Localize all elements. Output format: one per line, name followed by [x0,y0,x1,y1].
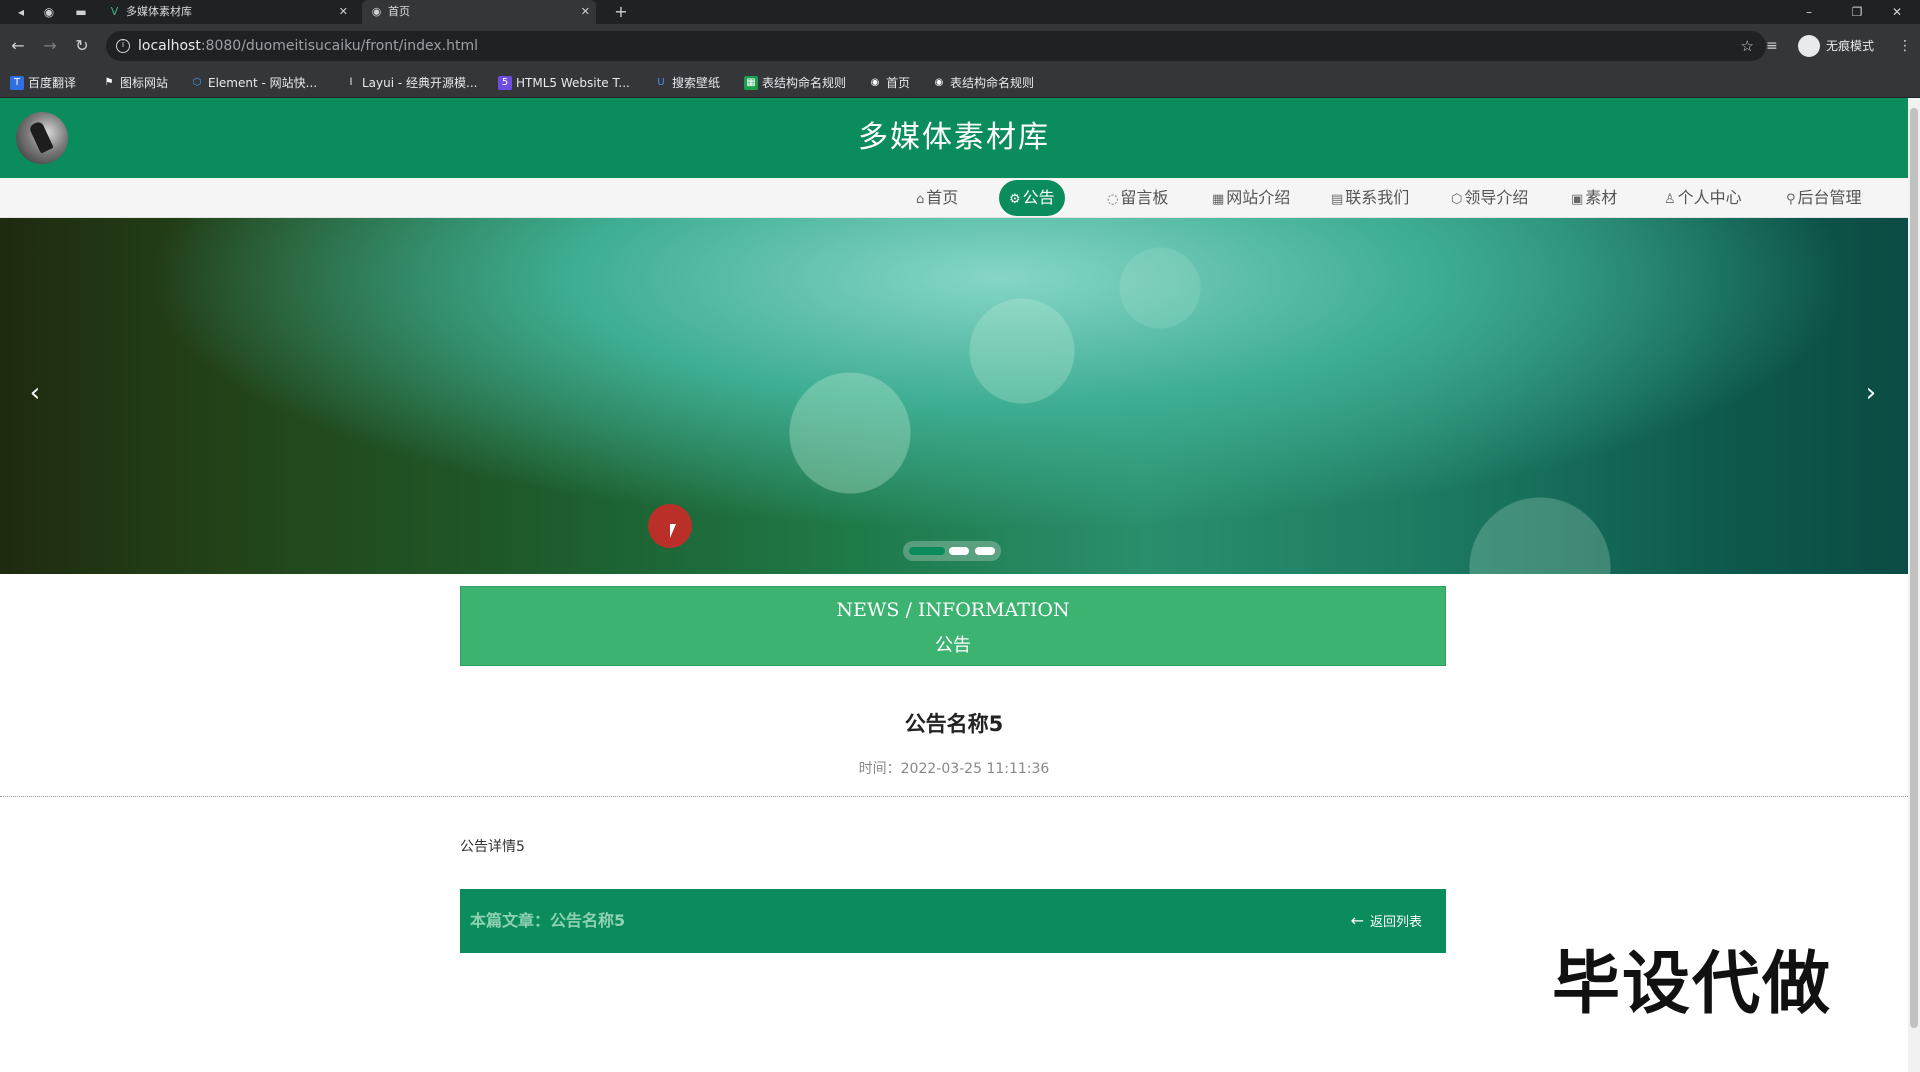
sheet-icon: ▦ [744,76,758,90]
grid-icon: ▦ [1212,192,1225,207]
reading-list-icon[interactable]: ≡ [1766,34,1778,58]
carousel-dot-3[interactable] [975,547,995,555]
bookmarks-bar: T 百度翻译 ⚑ 图标网站 ⬡ Element - 网站快... l Layui - 经… [0,68,1920,98]
globe-icon[interactable]: ◉ [40,3,58,21]
nav-item-user-center[interactable]: ♙ 个人中心 [1654,180,1752,216]
bookmark-item[interactable]: ◉ 表结构命名规则 [930,68,1034,98]
translate-icon: T [10,76,24,90]
current-article-label: 本篇文章：公告名称5 [470,911,626,930]
nav-item-contact[interactable]: ▤ 联系我们 [1321,180,1419,216]
minimize-button[interactable]: – [1786,0,1832,24]
url-text[interactable]: localhost:8080/duomeitisucaiku/front/ind… [138,31,478,61]
nav-item-site-intro[interactable]: ▦ 网站介绍 [1202,180,1300,216]
info-icon[interactable]: i [116,39,130,53]
article-title: 公告名称5 [904,712,1004,736]
message-icon: ◌ [1107,192,1119,207]
bookmark-item[interactable]: ⚑ 图标网站 [100,68,169,98]
nav-item-message-board[interactable]: ◌ 留言板 [1097,180,1178,216]
menu-icon[interactable]: ⋮ [1898,34,1912,58]
globe-icon: ◉ [371,5,382,18]
arrow-left-icon: ← [1350,911,1364,930]
carousel-next-button[interactable]: › [1856,378,1886,408]
close-icon[interactable]: ✕ [581,0,590,24]
carousel-dot-2[interactable] [949,547,969,555]
browser-tab-1[interactable]: V 多媒体素材库 ✕ [100,0,354,24]
bookmark-item[interactable]: ◉ 首页 [866,68,910,98]
vue-icon: V [110,5,119,18]
article-time: 时间：2022-03-25 11:11:36 [858,761,1050,777]
back-to-list-button[interactable]: ← 返回列表 [1351,889,1422,955]
home-icon: ⌂ [916,192,925,207]
back-icon[interactable]: ← [6,34,30,58]
scrollbar-thumb[interactable] [1910,108,1918,1028]
nav-item-home[interactable]: ⌂ 首页 [906,180,968,216]
bookmark-item[interactable]: ▦ 表结构命名规则 [742,68,846,98]
element-icon: ⬡ [192,77,202,88]
browser-tabstrip: ◂ ◉ ▬ V 多媒体素材库 ✕ ◉ 首页 ✕ + – ❐ ✕ [0,0,1920,24]
divider [0,796,1908,797]
carousel-dot-1[interactable] [909,547,945,555]
globe-icon: ◉ [870,77,880,88]
nav-item-materials[interactable]: ▣ 素材 [1561,180,1627,216]
tab-title: 多媒体素材库 [126,5,192,18]
leader-icon: ⬡ [1451,192,1463,207]
browser-toolbar: ← → ↻ i localhost:8080/duomeitisucaiku/f… [0,24,1920,68]
profile-label[interactable]: 无痕模式 [1826,34,1874,58]
forward-icon[interactable]: → [38,34,62,58]
tab-search-icon[interactable]: ▬ [72,3,90,21]
bookmark-item[interactable]: ⬡ Element - 网站快... [188,68,317,98]
site-title: 多媒体素材库 [858,120,1050,155]
nav-item-admin[interactable]: ⚲ 后台管理 [1776,180,1872,216]
nav-item-leaders[interactable]: ⬡ 领导介绍 [1441,180,1538,216]
page-scrollbar[interactable] [1908,98,1920,1072]
bookmark-item[interactable]: T 百度翻译 [8,68,76,98]
user-icon: ♙ [1664,192,1676,207]
watermark-text: 毕设代做 [1552,945,1833,1024]
incognito-icon[interactable] [1798,35,1820,57]
mouse-cursor-highlight [648,504,692,548]
nav-item-notice[interactable]: ⚙ 公告 [999,180,1065,216]
bookmark-item[interactable]: U 搜索壁纸 [652,68,720,98]
address-bar[interactable]: i localhost:8080/duomeitisucaiku/front/i… [106,31,1766,61]
section-heading-en: NEWS / INFORMATION [836,599,1070,621]
contact-icon: ▤ [1331,192,1344,207]
wallpaper-icon: U [657,77,665,88]
bookmark-item[interactable]: 5 HTML5 Website T... [496,68,630,98]
mute-icon[interactable]: ◂ [12,3,30,21]
tab-title: 首页 [388,5,410,18]
html5-icon: 5 [498,76,512,90]
hero-carousel[interactable]: ‹ › [0,218,1908,574]
page-viewport: 多媒体素材库 ⌂ 首页 ⚙ 公告 ◌ 留言板 ▦ 网站介绍 ▤ 联系我们 ⬡ 领导介绍 ▣ 素… [0,98,1908,1072]
article-body: 公告详情5 [460,839,525,855]
flag-icon: ⚑ [104,77,114,88]
new-tab-button[interactable]: + [612,3,630,21]
section-heading: NEWS / INFORMATION 公告 [460,586,1446,666]
star-icon[interactable]: ☆ [1741,31,1754,61]
notice-icon: ⚙ [1009,192,1021,207]
article-footer-bar: 本篇文章：公告名称5 ← 返回列表 [460,889,1446,953]
carousel-indicators [903,541,1001,561]
layui-icon: l [349,77,353,88]
section-heading-cn: 公告 [935,635,971,656]
close-icon[interactable]: ✕ [339,0,348,24]
reload-icon[interactable]: ↻ [70,34,94,58]
bookmark-item[interactable]: l Layui - 经典开源模... [342,68,478,98]
globe-icon: ◉ [934,77,944,88]
main-nav: ⌂ 首页 ⚙ 公告 ◌ 留言板 ▦ 网站介绍 ▤ 联系我们 ⬡ 领导介绍 ▣ 素材 ♙ 个人中心… [0,178,1908,218]
close-window-button[interactable]: ✕ [1874,0,1920,24]
site-header: 多媒体素材库 [0,98,1908,178]
link-icon: ⚲ [1786,192,1796,207]
carousel-prev-button[interactable]: ‹ [20,378,50,408]
browser-tab-2[interactable]: ◉ 首页 ✕ [362,0,596,24]
media-icon: ▣ [1571,192,1584,207]
